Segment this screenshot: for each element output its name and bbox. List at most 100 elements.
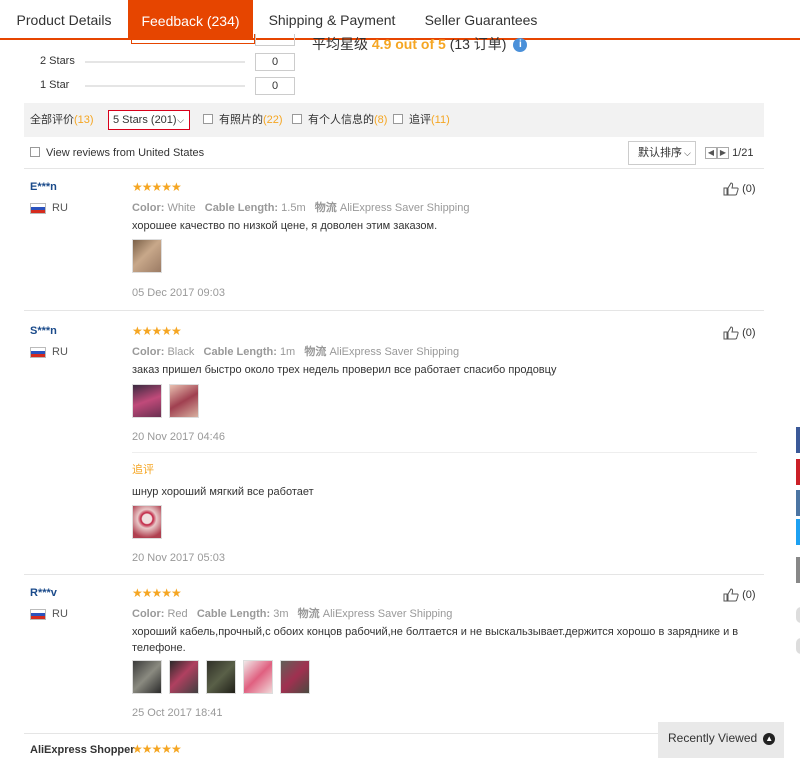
rating-label: 1 Star	[40, 79, 70, 91]
followup-date: 20 Nov 2017 05:03	[132, 552, 225, 564]
recently-viewed-label: Recently Viewed	[668, 731, 758, 745]
star-filter-select[interactable]: 5 Stars (201) ⌵	[108, 110, 190, 130]
checkbox[interactable]	[30, 147, 40, 158]
reviewer-name: S***n	[30, 325, 57, 337]
reviewer-country: RU	[30, 202, 68, 214]
helpful-count: (0)	[742, 588, 756, 601]
review-photo-thumbnail[interactable]	[169, 660, 199, 694]
divider	[24, 733, 764, 734]
info-icon[interactable]: i	[513, 38, 528, 53]
thumbs-up-icon	[723, 326, 739, 340]
page-indicator: 1/21	[732, 147, 754, 159]
review-date: 20 Nov 2017 04:46	[132, 431, 225, 443]
helpful-button[interactable]: (0)	[723, 326, 756, 340]
us-reviews-filter[interactable]: View reviews from United States	[30, 145, 204, 161]
rating-bar	[85, 85, 245, 87]
review-photos	[132, 384, 206, 420]
rating-count: 0	[255, 53, 295, 71]
shipping-value: AliExpress Saver Shipping	[339, 202, 470, 214]
filter-all[interactable]: 全部评价(13)	[30, 103, 94, 137]
filter-personal-info[interactable]: 有个人信息的(8)	[292, 103, 387, 137]
sort-dropdown[interactable]: 默认排序 ⌵	[628, 141, 696, 165]
review-text: заказ пришел быстро около трех недель пр…	[132, 364, 557, 376]
review-photos	[132, 660, 317, 696]
reviewer-name: R***v	[30, 587, 57, 599]
recently-viewed-button[interactable]: Recently Viewed ▲	[658, 722, 784, 758]
color-value: Black	[167, 346, 195, 358]
star-rating: ★★★★★	[132, 586, 182, 600]
reviewer-country: RU	[30, 346, 68, 358]
country-code: RU	[52, 608, 68, 620]
prev-page-button[interactable]: ◀	[705, 147, 717, 160]
helpful-button[interactable]: (0)	[723, 182, 756, 196]
color-label: Color:	[132, 202, 165, 214]
scroll-circle-icon[interactable]	[796, 638, 800, 654]
filter-personal-count: (8)	[374, 114, 388, 126]
review-photo-thumbnail[interactable]	[132, 660, 162, 694]
helpful-count: (0)	[742, 182, 756, 195]
selected-star-row-outline	[131, 34, 255, 44]
filter-photos-label: 有照片的	[219, 114, 263, 126]
average-rating-prefix: 平均星级	[312, 36, 368, 52]
review-photo-thumbnail[interactable]	[132, 239, 162, 273]
filter-all-label: 全部评价	[30, 114, 74, 126]
divider	[24, 168, 764, 169]
review-photo-thumbnail[interactable]	[132, 384, 162, 418]
filter-photos[interactable]: 有照片的(22)	[203, 103, 283, 137]
vk-share-icon[interactable]	[796, 490, 800, 516]
helpful-button[interactable]: (0)	[723, 588, 756, 602]
pinterest-share-icon[interactable]	[796, 459, 800, 485]
filter-additional-label: 追评	[409, 114, 431, 126]
feedback-page: Product Details Feedback (234) Shipping …	[0, 0, 800, 758]
shipping-label: 物流	[297, 608, 320, 620]
review-photo-thumbnail[interactable]	[243, 660, 273, 694]
filter-additional[interactable]: 追评(11)	[393, 103, 450, 137]
color-label: Color:	[132, 608, 165, 620]
rating-row-2-stars[interactable]: 2 Stars 0	[0, 51, 300, 71]
facebook-share-icon[interactable]	[796, 427, 800, 453]
order-count: (13 订单)	[449, 36, 507, 52]
russia-flag-icon	[30, 608, 46, 620]
review-photo-thumbnail[interactable]	[206, 660, 236, 694]
twitter-share-icon[interactable]	[796, 519, 800, 545]
reviewer-country: RU	[30, 608, 68, 620]
shipping-label: 物流	[304, 346, 327, 358]
checkbox[interactable]	[292, 114, 302, 125]
review-attributes: Color: Black Cable Length: 1m 物流 AliExpr…	[132, 343, 459, 359]
review-attributes: Color: Red Cable Length: 3m 物流 AliExpres…	[132, 605, 452, 621]
country-code: RU	[52, 202, 68, 214]
length-label: Cable Length:	[196, 608, 271, 620]
share-more-icon[interactable]	[796, 557, 800, 583]
rating-label: 2 Stars	[40, 55, 75, 67]
followup-label: 追评	[132, 464, 154, 476]
checkbox[interactable]	[203, 114, 213, 125]
rating-count: 0	[255, 77, 295, 95]
rating-bar	[85, 61, 245, 63]
review-text: хорошее качество по низкой цене, я довол…	[132, 220, 438, 232]
divider	[24, 574, 764, 575]
shipping-value: AliExpress Saver Shipping	[322, 608, 453, 620]
filter-personal-label: 有个人信息的	[308, 114, 374, 126]
reviewer-name: E***n	[30, 181, 57, 193]
filter-photos-count: (22)	[263, 114, 283, 126]
next-page-button[interactable]: ▶	[717, 147, 729, 160]
shipping-label: 物流	[314, 202, 337, 214]
filter-additional-count: (11)	[431, 114, 450, 126]
review-date: 05 Dec 2017 09:03	[132, 287, 225, 299]
review-photo-thumbnail[interactable]	[169, 384, 199, 418]
length-label: Cable Length:	[203, 346, 277, 358]
reviewer-name: AliExpress Shopper	[30, 744, 135, 756]
review-photos	[132, 239, 169, 275]
average-rating: 平均星级 4.9 out of 5 (13 订单) i	[312, 34, 528, 54]
sort-label: 默认排序	[638, 147, 682, 159]
checkbox[interactable]	[393, 114, 403, 125]
review-photo-thumbnail[interactable]	[280, 660, 310, 694]
tab-product-details[interactable]: Product Details	[0, 0, 128, 40]
review-date: 25 Oct 2017 18:41	[132, 707, 223, 719]
thumbs-up-icon	[723, 588, 739, 602]
color-label: Color:	[132, 346, 165, 358]
review-photo-thumbnail[interactable]	[132, 505, 162, 539]
scroll-circle-icon[interactable]	[796, 607, 800, 623]
chevron-down-icon: ⌵	[684, 148, 691, 158]
rating-row-1-star[interactable]: 1 Star 0	[0, 75, 300, 95]
